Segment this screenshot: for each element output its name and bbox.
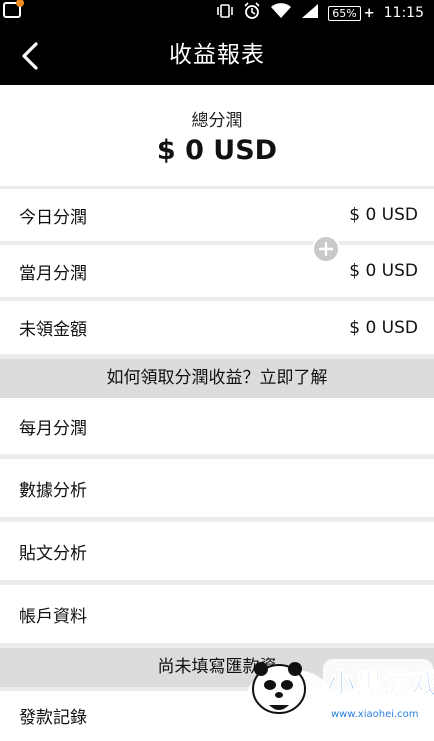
wifi-icon (270, 3, 292, 23)
menu-item-label: 貼文分析 (19, 543, 87, 564)
page-title: 收益報表 (169, 42, 265, 68)
app-bar: 收益報表 (0, 26, 434, 85)
battery-icon: 65% (328, 5, 361, 21)
back-button[interactable] (10, 36, 50, 76)
total-earnings-label: 總分潤 (191, 111, 243, 131)
menu-monthly-revenue[interactable]: 每月分潤 (0, 398, 434, 454)
menu-item-label: 發款記錄 (19, 708, 87, 728)
notification-icon (3, 0, 24, 18)
vibrate-icon (216, 4, 234, 22)
panda-logo-icon: 小黑游戏 www.xiaohei.com (247, 659, 434, 721)
stat-value: $ 0 USD (349, 261, 418, 281)
stat-label: 今日分潤 (19, 207, 87, 228)
plus-icon (319, 242, 333, 256)
watermark-brand: 小黑游戏 (327, 667, 434, 700)
stat-value: $ 0 USD (349, 205, 418, 225)
stat-value: $ 0 USD (349, 317, 418, 338)
menu-post-analysis[interactable]: 貼文分析 (0, 522, 434, 580)
clock: 11:15 (383, 5, 424, 21)
stat-row-today: 今日分潤 $ 0 USD (0, 189, 434, 241)
menu-account-info[interactable]: 帳戶資料 (0, 585, 434, 643)
status-icons: 65% + 11:15 (216, 0, 424, 26)
menu-item-label: 帳戶資料 (19, 606, 87, 627)
charging-icon: + (363, 5, 375, 21)
menu-item-label: 每月分潤 (19, 418, 87, 439)
stat-row-month: 當月分潤 $ 0 USD (0, 245, 434, 297)
stat-label: 未領金額 (19, 320, 87, 340)
back-arrow-icon (22, 42, 38, 70)
how-to-claim-banner[interactable]: 如何領取分潤收益？立即了解 (0, 359, 434, 398)
floating-add-button[interactable] (312, 235, 340, 263)
alarm-icon (243, 2, 261, 24)
watermark: 小黑游戏 www.xiaohei.com (239, 651, 434, 721)
menu-item-label: 數據分析 (19, 480, 87, 501)
menu-data-analysis[interactable]: 數據分析 (0, 459, 434, 517)
total-earnings-card: 總分潤 $ 0 USD (0, 85, 434, 186)
stat-label: 當月分潤 (19, 263, 87, 284)
status-bar: 65% + 11:15 (0, 0, 434, 26)
watermark-url: www.xiaohei.com (331, 709, 419, 720)
total-earnings-value: $ 0 USD (156, 135, 278, 166)
signal-icon (301, 3, 319, 23)
stat-row-unclaimed: 未領金額 $ 0 USD (0, 301, 434, 354)
